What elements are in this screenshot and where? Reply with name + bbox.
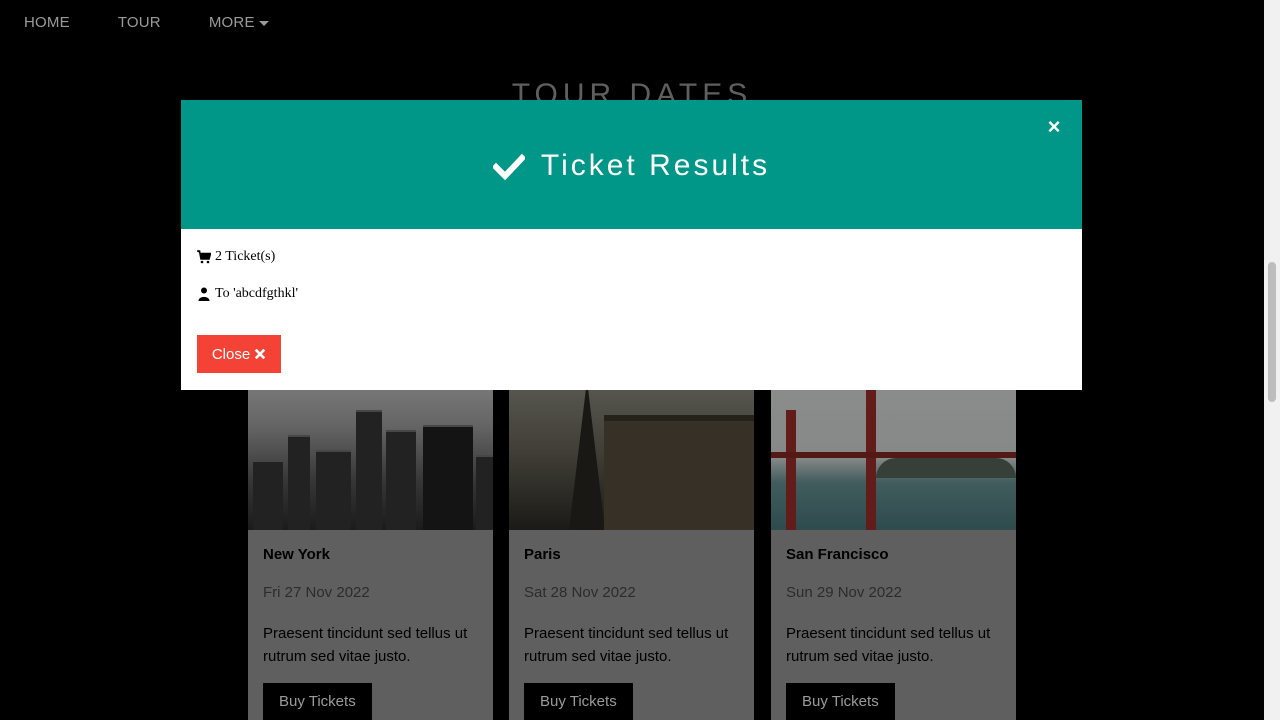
tickets-text: 2 Ticket(s): [215, 249, 276, 264]
close-button-label: Close: [211, 345, 251, 363]
modal-title: Ticket Results: [492, 149, 771, 183]
tickets-line: 2 Ticket(s): [197, 247, 1066, 267]
close-button[interactable]: Close: [197, 335, 281, 373]
check-icon: [492, 153, 525, 181]
scrollbar-thumb[interactable]: [1268, 262, 1276, 402]
times-icon: [254, 348, 266, 360]
modal-body: 2 Ticket(s) To 'abcdfgthkl': [181, 229, 1082, 322]
recipient-line: To 'abcdfgthkl': [197, 284, 1066, 304]
recipient-text: To 'abcdfgthkl': [215, 286, 298, 301]
modal-close-icon[interactable]: ×: [1040, 113, 1068, 141]
ticket-results-modal: Ticket Results × 2 Ticket(s) To 'abcdfgt…: [181, 100, 1082, 390]
modal-title-text: Ticket Results: [540, 149, 771, 182]
shopping-cart-icon: [197, 250, 211, 264]
user-icon: [198, 287, 210, 301]
modal-header: Ticket Results ×: [181, 100, 1082, 229]
page-scrollbar[interactable]: [1264, 0, 1280, 720]
